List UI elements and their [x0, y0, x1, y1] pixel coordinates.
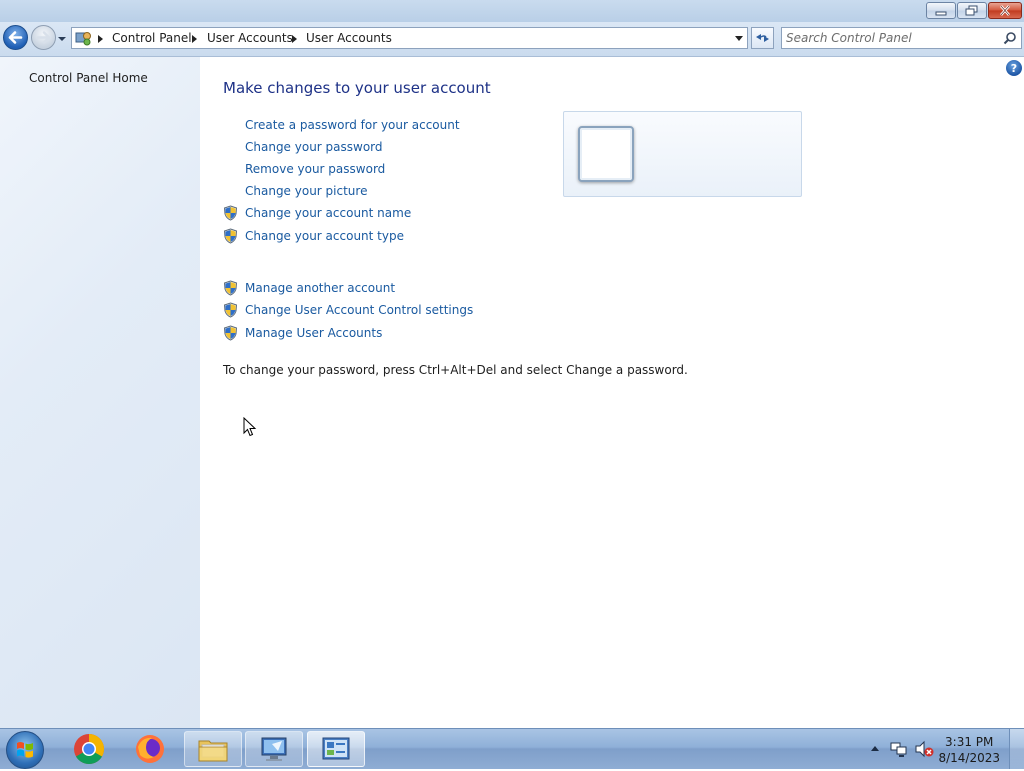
- minimize-icon: [927, 3, 955, 18]
- breadcrumb-separator-icon[interactable]: [192, 35, 197, 43]
- firefox-taskbar-button[interactable]: [121, 731, 179, 767]
- taskbar: 3:31 PM 8/14/2023: [0, 728, 1024, 769]
- clock-date: 8/14/2023: [938, 751, 1000, 765]
- control-panel-icon: [322, 737, 350, 760]
- windows-logo-icon: [17, 742, 33, 758]
- control-panel-home-link[interactable]: Control Panel Home: [29, 71, 148, 85]
- change-password-link[interactable]: Change your password: [245, 140, 383, 154]
- change-account-type-link[interactable]: Change your account type: [245, 229, 404, 243]
- change-picture-link[interactable]: Change your picture: [245, 184, 367, 198]
- uac-shield-icon: [223, 325, 238, 341]
- remote-desktop-icon: [261, 737, 287, 761]
- refresh-button[interactable]: [751, 27, 774, 49]
- breadcrumb-control-panel[interactable]: Control Panel: [112, 31, 192, 45]
- back-button[interactable]: [3, 25, 28, 50]
- uac-settings-link[interactable]: Change User Account Control settings: [245, 303, 473, 317]
- explorer-taskbar-button[interactable]: [184, 731, 242, 767]
- control-panel-icon: [75, 32, 91, 46]
- search-input[interactable]: [786, 30, 996, 46]
- navigation-bar: Control Panel User Accounts User Account…: [0, 22, 1024, 57]
- folder-icon: [198, 740, 228, 762]
- show-desktop-button[interactable]: [1009, 729, 1024, 769]
- task-pane: Control Panel Home: [0, 57, 200, 728]
- breadcrumb-separator-icon[interactable]: [98, 35, 103, 43]
- network-icon[interactable]: [890, 740, 908, 758]
- minimize-button[interactable]: [926, 2, 956, 19]
- control-panel-taskbar-button[interactable]: [307, 731, 365, 767]
- chrome-taskbar-button[interactable]: [60, 731, 118, 767]
- user-picture[interactable]: [578, 126, 634, 182]
- breadcrumb-separator-icon[interactable]: [292, 35, 297, 43]
- restore-icon: [958, 3, 986, 18]
- manage-another-account-link[interactable]: Manage another account: [245, 281, 395, 295]
- close-button[interactable]: [988, 2, 1022, 19]
- system-tray: 3:31 PM 8/14/2023: [864, 729, 1024, 769]
- chevron-down-icon: [58, 37, 66, 41]
- uac-shield-icon: [223, 280, 238, 296]
- uac-shield-icon: [223, 205, 238, 221]
- help-icon[interactable]: ?: [1006, 60, 1022, 76]
- mouse-cursor-icon: [243, 417, 257, 437]
- start-button[interactable]: [6, 731, 44, 769]
- user-account-panel: [563, 111, 802, 197]
- address-bar[interactable]: Control Panel User Accounts User Account…: [71, 27, 748, 49]
- create-password-link[interactable]: Create a password for your account: [245, 118, 460, 132]
- firefox-icon: [136, 735, 164, 763]
- title-bar: [0, 0, 1024, 22]
- chrome-icon: [74, 734, 105, 765]
- clock[interactable]: 3:31 PM 8/14/2023: [938, 734, 1000, 766]
- forward-arrow-icon: [36, 31, 51, 44]
- password-change-note: To change your password, press Ctrl+Alt+…: [223, 363, 688, 377]
- back-arrow-icon: [8, 31, 23, 44]
- manage-user-accounts-link[interactable]: Manage User Accounts: [245, 326, 382, 340]
- recent-pages-button[interactable]: [57, 33, 67, 43]
- restore-button[interactable]: [957, 2, 987, 19]
- main-content: ? Make changes to your user account Crea…: [200, 57, 1024, 728]
- clock-time: 3:31 PM: [945, 735, 994, 749]
- uac-shield-icon: [223, 302, 238, 318]
- refresh-icon: [756, 34, 769, 42]
- close-icon: [989, 3, 1021, 18]
- remove-password-link[interactable]: Remove your password: [245, 162, 385, 176]
- breadcrumb-user-accounts[interactable]: User Accounts: [207, 31, 293, 45]
- change-account-name-link[interactable]: Change your account name: [245, 206, 411, 220]
- address-dropdown-icon[interactable]: [735, 36, 743, 41]
- show-hidden-icons-icon[interactable]: [870, 744, 880, 752]
- search-icon[interactable]: [1003, 31, 1017, 45]
- volume-muted-icon[interactable]: [914, 740, 934, 758]
- breadcrumb-current-page[interactable]: User Accounts: [306, 31, 392, 45]
- search-box[interactable]: [781, 27, 1022, 49]
- uac-shield-icon: [223, 228, 238, 244]
- forward-button[interactable]: [31, 25, 56, 50]
- page-title: Make changes to your user account: [223, 79, 491, 97]
- remote-desktop-taskbar-button[interactable]: [245, 731, 303, 767]
